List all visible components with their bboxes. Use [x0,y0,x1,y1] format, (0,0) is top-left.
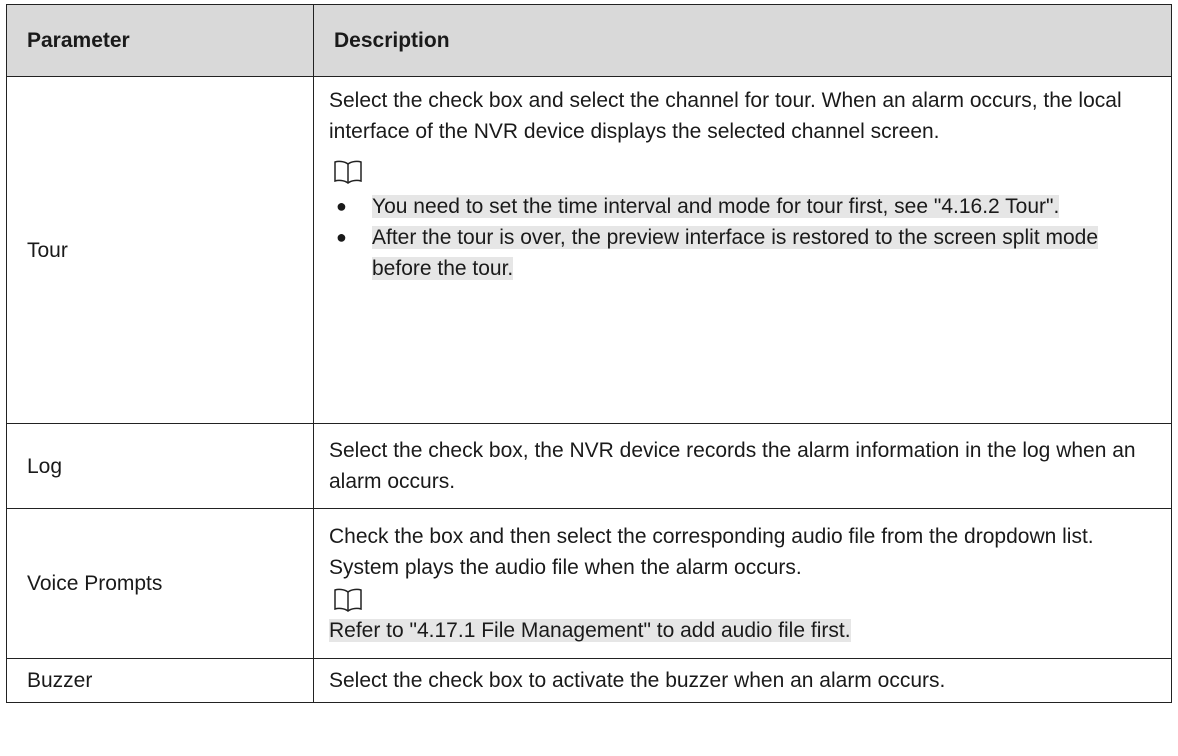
table-header-row: Parameter Description [6,4,1172,77]
table-row: Buzzer Select the check box to activate … [6,658,1172,703]
description-cell: Select the check box, the NVR device rec… [313,423,1172,509]
book-icon [334,160,362,184]
book-icon [334,588,362,612]
description-text: Select the check box and select the chan… [329,89,1122,143]
parameter-cell: Buzzer [6,658,314,703]
list-item: ● After the tour is over, the preview int… [336,226,1099,280]
parameter-cell: Voice Prompts [6,508,314,659]
list-item: ● You need to set the time interval and m… [336,195,1060,218]
parameter-cell: Log [6,423,314,509]
parameter-cell: Tour [6,76,314,424]
description-text: Check the box and then select the corres… [329,525,1094,579]
table-row: Tour Select the check box and select the… [6,76,1172,424]
header-parameter: Parameter [6,4,314,77]
header-description: Description [313,4,1172,77]
parameter-table: Parameter Description Tour Select the ch… [6,4,1172,703]
description-cell: Check the box and then select the corres… [313,508,1172,659]
description-cell: Select the check box and select the chan… [313,76,1172,424]
description-cell: Select the check box to activate the buz… [313,658,1172,703]
table-row: Log Select the check box, the NVR device… [6,423,1172,509]
note-text: Refer to "4.17.1 File Management" to add… [329,619,851,642]
note-list: ● You need to set the time interval and m… [329,191,1159,284]
table-row: Voice Prompts Check the box and then sel… [6,508,1172,659]
